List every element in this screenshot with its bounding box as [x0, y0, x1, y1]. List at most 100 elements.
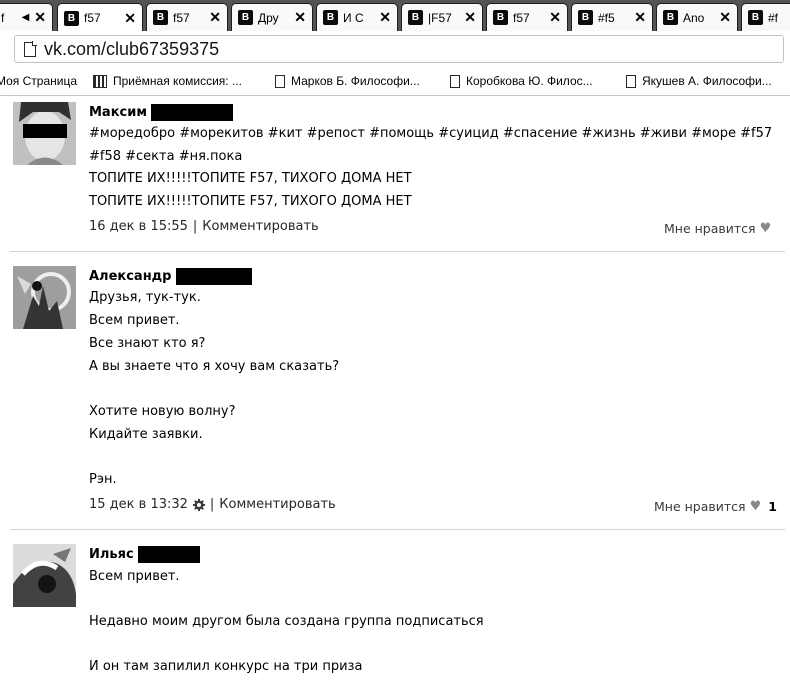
page-icon: [275, 74, 285, 88]
post-meta: 15 дек в 13:32 | Комментировать: [89, 497, 336, 512]
vk-logo-icon: B: [578, 10, 593, 25]
author-name[interactable]: Максим: [89, 105, 147, 120]
tab-2[interactable]: B f57 ✕: [146, 3, 228, 31]
heart-icon: ♥: [759, 221, 772, 236]
close-icon[interactable]: ✕: [124, 10, 136, 27]
heart-icon: ♥: [749, 499, 762, 514]
author-name[interactable]: Александр: [89, 269, 172, 284]
post-date[interactable]: 16 дек в 15:55: [89, 219, 188, 234]
like-label: Мне нравится: [664, 221, 756, 236]
post-text-line: Все знают кто я?: [89, 336, 206, 351]
page-icon: [24, 40, 37, 57]
post-divider: [10, 251, 785, 252]
post-text-line: Всем привет.: [89, 569, 180, 584]
post-text-line: А вы знаете что я хочу вам сказать?: [89, 359, 340, 374]
tab-title: #f5: [598, 10, 615, 25]
post-divider: [10, 529, 785, 530]
bookmark-item[interactable]: Моя Страница: [0, 74, 77, 88]
bookmark-label: Приёмная комиссия: ...: [113, 74, 242, 88]
comment-link[interactable]: Комментировать: [202, 219, 318, 234]
bookmark-label: Марков Б. Философи...: [291, 74, 420, 88]
tab-4[interactable]: B И С ✕: [316, 3, 398, 31]
avatar-photo: [13, 544, 76, 607]
post-text-line: ТОПИТЕ ИХ!!!!!ТОПИТЕ F57, ТИХОГО ДОМА НЕ…: [89, 171, 412, 186]
tab-title: И С: [343, 10, 364, 25]
vk-logo-icon: B: [64, 10, 79, 26]
bookmark-label: Моя Страница: [0, 74, 78, 88]
vk-logo-icon: B: [493, 10, 508, 25]
avatar[interactable]: [13, 266, 76, 329]
bookmark-item[interactable]: Марков Б. Философи...: [275, 74, 420, 88]
tab-title: #f: [768, 10, 779, 25]
post-author[interactable]: Ильяс: [89, 546, 200, 563]
close-icon[interactable]: ✕: [464, 9, 476, 26]
post-text-line: #моредобро #морекитов #кит #репост #помо…: [89, 126, 773, 141]
post-date[interactable]: 15 дек в 13:32: [89, 497, 188, 512]
comment-link[interactable]: Комментировать: [219, 497, 335, 512]
bookmark-item[interactable]: Якушев А. Философи...: [626, 74, 772, 88]
close-icon[interactable]: ✕: [719, 9, 731, 26]
post-text-line: Рэн.: [89, 472, 117, 487]
post-author[interactable]: Александр: [89, 268, 252, 285]
avatar-photo: [13, 266, 76, 329]
close-icon[interactable]: ✕: [34, 9, 46, 26]
avatar-photo: [13, 102, 76, 165]
page-icon: [450, 74, 460, 88]
redaction-bar: [150, 104, 233, 121]
bookmarks-bar: Моя Страница Приёмная комиссия: ... Марк…: [0, 67, 790, 96]
tab-title: f57: [173, 10, 190, 25]
vk-logo-icon: B: [408, 10, 423, 25]
close-icon[interactable]: ✕: [634, 9, 646, 26]
bookmark-label: Якушев А. Философи...: [642, 74, 772, 88]
post-text-line: #f58 #секта #ня.пока: [89, 149, 243, 164]
tab-7[interactable]: B #f5 ✕: [571, 3, 653, 31]
tab-title: Дру: [258, 10, 279, 25]
close-icon[interactable]: ✕: [549, 9, 561, 26]
bookmark-item[interactable]: Коробкова Ю. Филос...: [450, 74, 593, 88]
speaker-icon: ◀: [21, 12, 30, 23]
post-text-line: Хотите новую волну?: [89, 404, 236, 419]
tab-8[interactable]: B Ano ✕: [656, 3, 738, 31]
tab-0[interactable]: f ◀ ✕: [0, 3, 53, 31]
url-input[interactable]: vk.com/club67359375: [14, 35, 784, 63]
tab-title: |F57: [428, 10, 452, 25]
tab-5[interactable]: B |F57 ✕: [401, 3, 483, 31]
post-text-line: И он там запилил конкурс на три приза: [89, 659, 363, 674]
address-bar: vk.com/club67359375: [0, 31, 790, 68]
vk-logo-icon: B: [748, 10, 763, 25]
like-label: Мне нравится: [654, 499, 746, 514]
like-button[interactable]: Мне нравится ♥: [664, 221, 771, 236]
vk-logo-icon: B: [238, 10, 253, 25]
vk-logo-icon: B: [663, 10, 678, 25]
gear-icon[interactable]: [192, 498, 205, 511]
like-button[interactable]: Мне нравится ♥ 1: [654, 499, 777, 514]
bookmark-item[interactable]: Приёмная комиссия: ...: [93, 74, 242, 88]
avatar[interactable]: [13, 102, 76, 165]
redaction-bar: [175, 268, 252, 285]
tab-3[interactable]: B Дру ✕: [231, 3, 313, 31]
url-text[interactable]: vk.com/club67359375: [44, 39, 219, 60]
author-name[interactable]: Ильяс: [89, 547, 134, 562]
tab-strip: f ◀ ✕ B f57 ✕ B f57 ✕ B Дру ✕ B И С ✕ B …: [0, 0, 790, 31]
tab-1-active[interactable]: B f57 ✕: [57, 3, 143, 31]
close-icon[interactable]: ✕: [209, 9, 221, 26]
vk-logo-icon: B: [323, 10, 338, 25]
redaction-bar: [137, 546, 200, 563]
post-meta: 16 дек в 15:55 | Комментировать: [89, 219, 319, 234]
vk-logo-icon: B: [153, 10, 168, 25]
page-icon: [626, 74, 636, 88]
tab-title: f: [1, 10, 5, 25]
separator: |: [192, 219, 198, 234]
like-count: 1: [768, 499, 777, 514]
tab-6[interactable]: B f57 ✕: [486, 3, 568, 31]
tab-9[interactable]: B #f: [741, 3, 790, 31]
avatar[interactable]: [13, 544, 76, 607]
grid-icon: [93, 74, 107, 88]
post-text-line: Недавно моим другом была создана группа …: [89, 614, 484, 629]
post-author[interactable]: Максим: [89, 104, 233, 121]
post-text-line: Друзья, тук-тук.: [89, 290, 201, 305]
separator: |: [209, 497, 215, 512]
close-icon[interactable]: ✕: [379, 9, 391, 26]
close-icon[interactable]: ✕: [294, 9, 306, 26]
post-text-line: ТОПИТЕ ИХ!!!!!ТОПИТЕ F57, ТИХОГО ДОМА НЕ…: [89, 194, 412, 209]
